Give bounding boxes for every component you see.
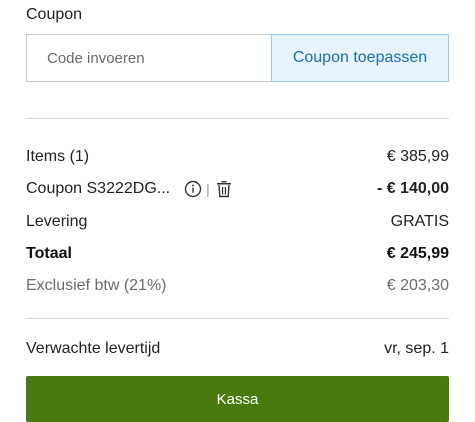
checkout-button[interactable]: Kassa [26, 376, 449, 422]
coupon-applied-label: Coupon S3222DG... [26, 180, 171, 197]
items-row: Items (1) € 385,99 [26, 146, 449, 168]
trash-icon[interactable] [216, 180, 232, 198]
items-label: Items (1) [26, 148, 90, 165]
coupon-applied: Coupon S3222DG... | [26, 180, 232, 198]
coupon-code-input[interactable] [26, 34, 271, 82]
coupon-title: Coupon [26, 6, 83, 23]
checkout-summary-panel: Coupon Coupon toepassen Items (1) € 385,… [0, 0, 475, 422]
total-label: Totaal [26, 245, 72, 262]
excl-vat-value: € 203,30 [386, 277, 449, 294]
icon-separator: | [206, 181, 210, 197]
coupon-row: Coupon toepassen [26, 34, 449, 82]
excl-vat-row: Exclusief btw (21%) € 203,30 [26, 275, 449, 297]
delivery-time-value: vr, sep. 1 [384, 340, 449, 357]
delivery-value: GRATIS [390, 213, 449, 230]
excl-vat-label: Exclusief btw (21%) [26, 277, 167, 294]
delivery-label: Levering [26, 213, 88, 230]
total-value: € 245,99 [386, 245, 449, 262]
info-icon[interactable] [184, 180, 202, 198]
coupon-discount-row: Coupon S3222DG... | - € 140,00 [26, 178, 449, 200]
total-row: Totaal € 245,99 [26, 243, 449, 265]
divider [26, 318, 449, 319]
delivery-time-row: Verwachte levertijd vr, sep. 1 [26, 338, 449, 360]
delivery-row: Levering GRATIS [26, 211, 449, 233]
items-value: € 385,99 [386, 148, 449, 165]
coupon-discount-value: - € 140,00 [376, 180, 449, 197]
delivery-time-label: Verwachte levertijd [26, 340, 161, 357]
divider [26, 118, 449, 119]
apply-coupon-button[interactable]: Coupon toepassen [271, 34, 449, 82]
